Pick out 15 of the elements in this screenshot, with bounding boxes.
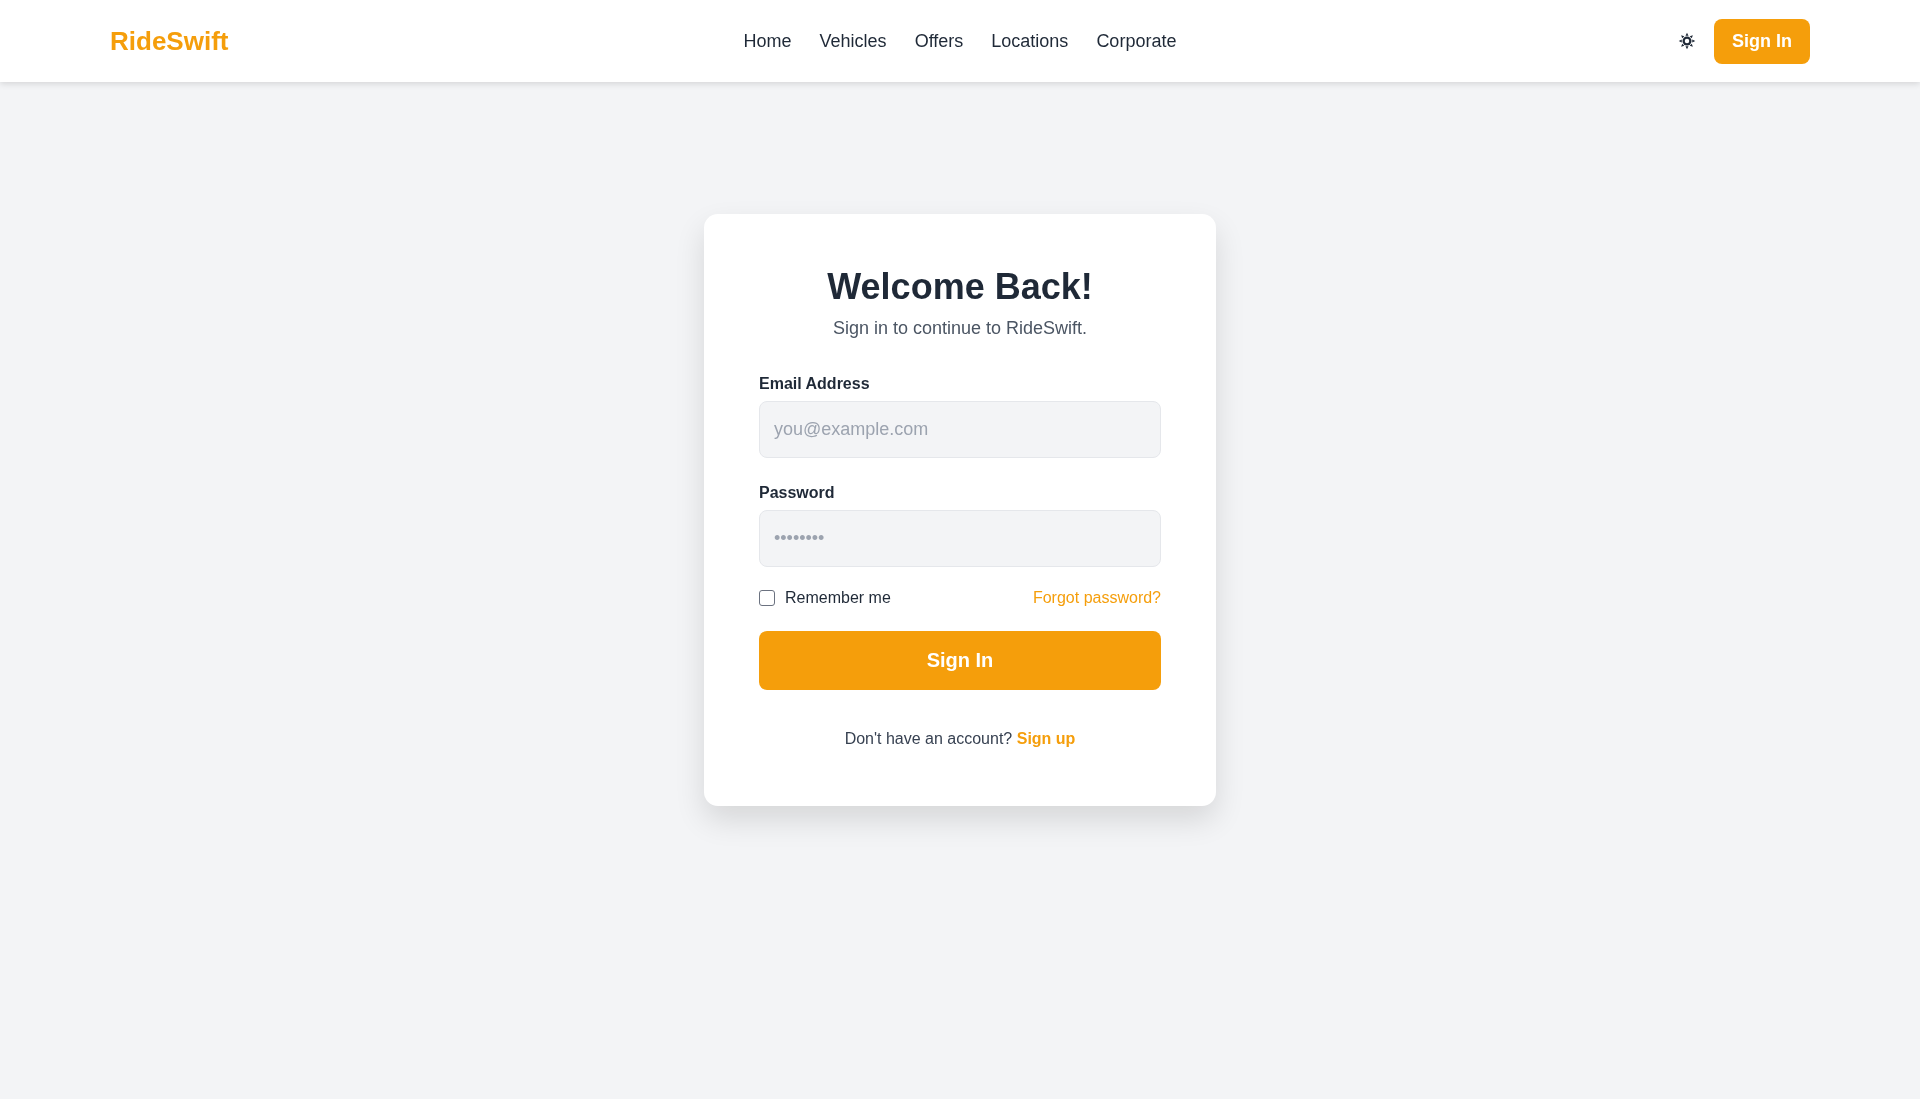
input-field[interactable]: ••••••••	[759, 510, 1161, 567]
nav-link[interactable]: Corporate	[1096, 30, 1177, 52]
checkbox-label: Remember me	[785, 589, 891, 607]
checkbox[interactable]	[759, 590, 775, 606]
nav-link[interactable]: Offers	[914, 30, 964, 52]
field-label: Email Address	[759, 375, 871, 393]
input-field[interactable]: you@example.com	[759, 401, 1161, 458]
field-label: Password	[759, 484, 836, 502]
form-title: Welcome Back!	[826, 266, 1094, 308]
form-subtitle: Sign in to continue to RideSwift.	[831, 318, 1089, 339]
theme-toggle-icon[interactable]	[1678, 32, 1696, 50]
nav-link[interactable]: Locations	[991, 30, 1069, 52]
nav-link[interactable]: Vehicles	[819, 30, 887, 52]
nav-link[interactable]: Home	[743, 30, 792, 52]
signup-prompt: Don't have an account?	[844, 730, 1013, 747]
